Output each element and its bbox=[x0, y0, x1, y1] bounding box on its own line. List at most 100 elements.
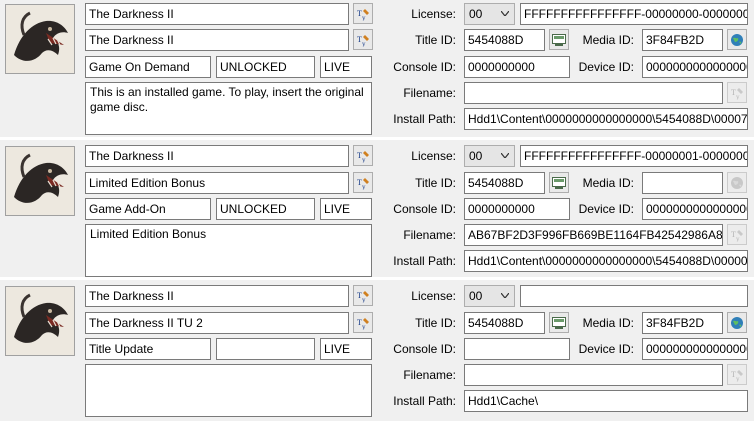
status-field[interactable] bbox=[216, 338, 315, 360]
name-field[interactable]: The Darkness II bbox=[85, 145, 349, 167]
translate-edit-icon: Ty bbox=[731, 369, 743, 382]
device-id-label: Device ID: bbox=[578, 202, 634, 216]
content-type-field[interactable]: Title Update bbox=[85, 338, 211, 360]
device-id-field[interactable]: 0000000000000000000 bbox=[642, 338, 748, 360]
globe-icon bbox=[731, 176, 743, 189]
device-id-label: Device ID: bbox=[578, 60, 634, 74]
svg-text:y: y bbox=[362, 156, 366, 163]
filename-label: Filename: bbox=[403, 86, 456, 100]
license-key-field[interactable] bbox=[520, 285, 748, 307]
install-path-field[interactable]: Hdd1\Content\0000000000000000\5454088D\0… bbox=[464, 108, 748, 130]
translate-edit-icon: Ty bbox=[357, 177, 369, 190]
lookup-icon bbox=[552, 176, 566, 189]
media-id-field[interactable]: 3F84FB2D bbox=[642, 29, 723, 51]
translate-edit-icon: Ty bbox=[731, 87, 743, 100]
lookup-icon bbox=[552, 33, 566, 46]
name-translate-button[interactable]: Ty bbox=[353, 145, 373, 166]
translate-edit-icon: Ty bbox=[731, 229, 743, 242]
filename-translate-button[interactable]: Ty bbox=[727, 82, 747, 103]
subtitle-translate-button[interactable]: Ty bbox=[353, 172, 373, 193]
subtitle-field[interactable]: The Darkness II bbox=[85, 29, 349, 51]
media-lookup-button[interactable] bbox=[727, 172, 747, 193]
filename-translate-button[interactable]: Ty bbox=[727, 224, 747, 245]
filename-field[interactable] bbox=[464, 82, 723, 104]
license-value: 00 bbox=[469, 7, 483, 21]
license-key-field[interactable]: FFFFFFFFFFFFFFFF-00000001-00000000 bbox=[520, 145, 748, 167]
title-id-field[interactable]: 5454088D bbox=[464, 29, 545, 51]
game-thumbnail bbox=[5, 146, 75, 216]
filename-field[interactable]: AB67BF2D3F996FB669BE1164FB42542986A818D2 bbox=[464, 224, 723, 246]
device-id-field[interactable]: 0000000000000000000 bbox=[642, 56, 748, 78]
title-id-label: Title ID: bbox=[415, 33, 456, 47]
license-select[interactable]: 00 bbox=[464, 145, 515, 167]
content-entry: The Darkness II Ty The Darkness II Ty Ga… bbox=[0, 0, 754, 137]
subtitle-field[interactable]: The Darkness II TU 2 bbox=[85, 312, 349, 334]
device-id-field[interactable]: 0000000000000000000 bbox=[642, 198, 748, 220]
name-translate-button[interactable]: Ty bbox=[353, 285, 373, 306]
description-field[interactable]: This is an installed game. To play, inse… bbox=[85, 82, 372, 135]
media-id-label: Media ID: bbox=[582, 33, 634, 47]
creature-art-icon bbox=[6, 147, 74, 215]
console-id-field[interactable]: 0000000000 bbox=[464, 198, 570, 220]
globe-icon bbox=[731, 316, 743, 329]
description-field[interactable] bbox=[85, 364, 372, 417]
media-id-label: Media ID: bbox=[582, 176, 634, 190]
content-type-field[interactable]: Game On Demand bbox=[85, 56, 211, 78]
media-id-label: Media ID: bbox=[582, 316, 634, 330]
svg-text:y: y bbox=[736, 375, 740, 382]
name-field[interactable]: The Darkness II bbox=[85, 285, 349, 307]
subtitle-translate-button[interactable]: Ty bbox=[353, 312, 373, 333]
license-label: License: bbox=[411, 149, 456, 163]
install-path-field[interactable]: Hdd1\Cache\ bbox=[464, 390, 748, 412]
subtitle-translate-button[interactable]: Ty bbox=[353, 29, 373, 50]
console-id-label: Console ID: bbox=[393, 342, 456, 356]
chevron-down-icon bbox=[501, 293, 509, 298]
license-key-field[interactable]: FFFFFFFFFFFFFFFF-00000000-00000000 bbox=[520, 3, 748, 25]
install-path-label: Install Path: bbox=[393, 112, 456, 126]
install-path-label: Install Path: bbox=[393, 394, 456, 408]
title-id-field[interactable]: 5454088D bbox=[464, 312, 545, 334]
globe-icon bbox=[731, 33, 743, 46]
title-lookup-button[interactable] bbox=[549, 312, 569, 333]
live-field[interactable]: LIVE bbox=[320, 338, 372, 360]
translate-edit-icon: Ty bbox=[357, 8, 369, 21]
filename-label: Filename: bbox=[403, 368, 456, 382]
media-lookup-button[interactable] bbox=[727, 29, 747, 50]
install-path-field[interactable]: Hdd1\Content\0000000000000000\5454088D\0… bbox=[464, 250, 748, 272]
license-select[interactable]: 00 bbox=[464, 285, 515, 307]
description-field[interactable]: Limited Edition Bonus bbox=[85, 224, 372, 277]
media-id-field[interactable]: 3F84FB2D bbox=[642, 312, 723, 334]
name-translate-button[interactable]: Ty bbox=[353, 3, 373, 24]
filename-translate-button[interactable]: Ty bbox=[727, 364, 747, 385]
svg-text:y: y bbox=[362, 40, 366, 47]
license-value: 00 bbox=[469, 149, 483, 163]
console-id-field[interactable] bbox=[464, 338, 570, 360]
live-field[interactable]: LIVE bbox=[320, 56, 372, 78]
title-id-field[interactable]: 5454088D bbox=[464, 172, 545, 194]
svg-text:y: y bbox=[736, 93, 740, 100]
chevron-down-icon bbox=[501, 153, 509, 158]
name-field[interactable]: The Darkness II bbox=[85, 3, 349, 25]
status-field[interactable]: UNLOCKED bbox=[216, 56, 315, 78]
console-id-label: Console ID: bbox=[393, 202, 456, 216]
title-lookup-button[interactable] bbox=[549, 29, 569, 50]
translate-edit-icon: Ty bbox=[357, 150, 369, 163]
subtitle-field[interactable]: Limited Edition Bonus bbox=[85, 172, 349, 194]
chevron-down-icon bbox=[501, 11, 509, 16]
creature-art-icon bbox=[6, 5, 74, 73]
status-field[interactable]: UNLOCKED bbox=[216, 198, 315, 220]
media-id-field[interactable] bbox=[642, 172, 723, 194]
title-lookup-button[interactable] bbox=[549, 172, 569, 193]
content-type-field[interactable]: Game Add-On bbox=[85, 198, 211, 220]
license-label: License: bbox=[411, 289, 456, 303]
svg-text:y: y bbox=[362, 323, 366, 330]
game-thumbnail bbox=[5, 286, 75, 356]
media-lookup-button[interactable] bbox=[727, 312, 747, 333]
license-select[interactable]: 00 bbox=[464, 3, 515, 25]
title-id-label: Title ID: bbox=[415, 316, 456, 330]
filename-field[interactable] bbox=[464, 364, 723, 386]
svg-text:y: y bbox=[362, 14, 366, 21]
console-id-field[interactable]: 0000000000 bbox=[464, 56, 570, 78]
svg-text:y: y bbox=[736, 235, 740, 242]
live-field[interactable]: LIVE bbox=[320, 198, 372, 220]
